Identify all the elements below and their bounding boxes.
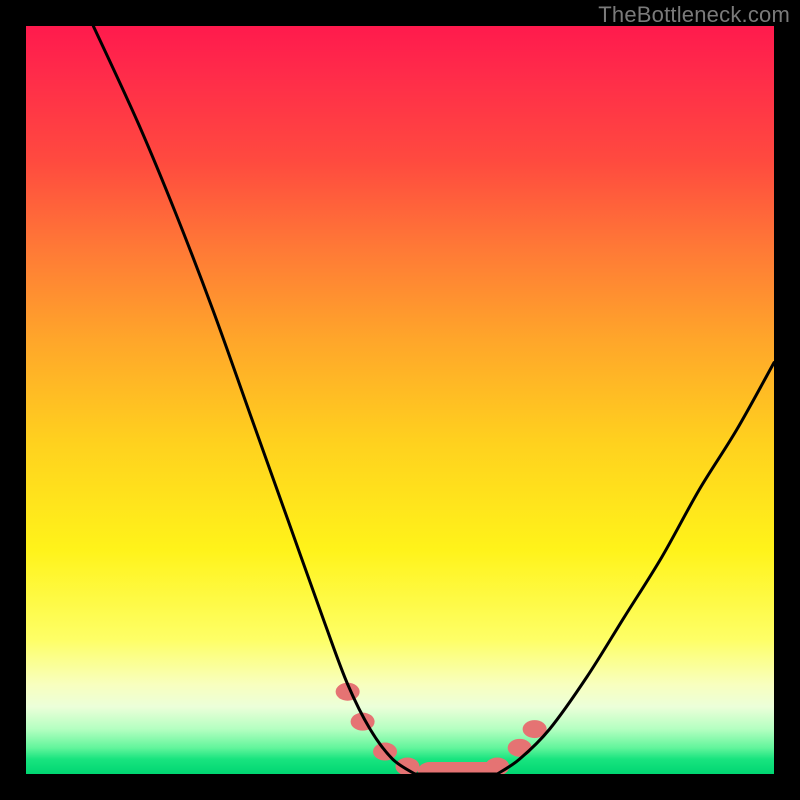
- right-curve-path: [497, 363, 774, 774]
- chart-frame: TheBottleneck.com: [0, 0, 800, 800]
- valley-marker: [508, 739, 532, 757]
- valley-marker-bar: [424, 762, 503, 774]
- plot-area: [26, 26, 774, 774]
- valley-markers-group: [336, 683, 547, 774]
- watermark-text: TheBottleneck.com: [598, 2, 790, 28]
- left-curve-path: [93, 26, 415, 774]
- chart-svg: [26, 26, 774, 774]
